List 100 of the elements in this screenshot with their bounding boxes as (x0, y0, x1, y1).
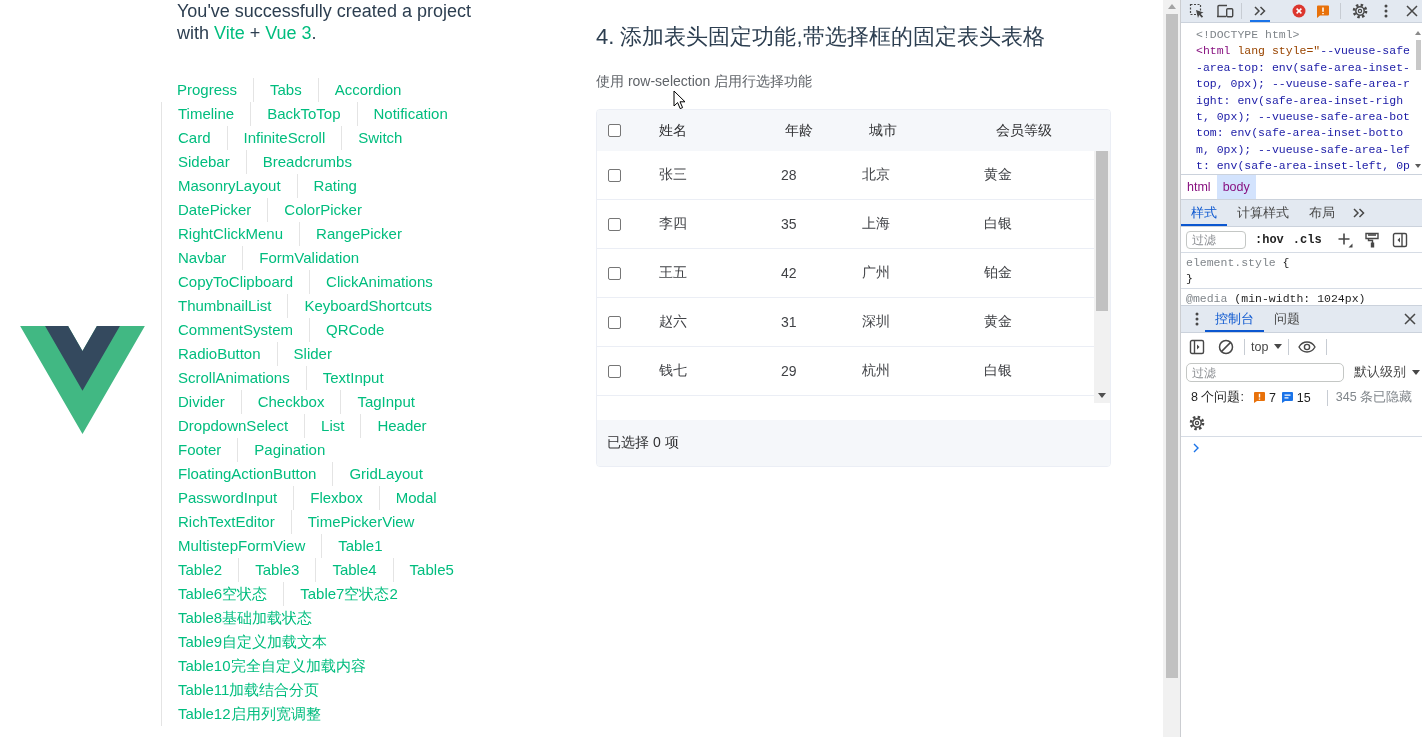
page-scrollbar-track[interactable] (1163, 0, 1180, 737)
sidebar-toggle-icon[interactable] (1188, 337, 1206, 356)
nav-link[interactable]: Card (161, 126, 227, 150)
nav-link[interactable]: Table7空状态2 (283, 582, 414, 606)
paint-roller-icon[interactable] (1362, 230, 1381, 249)
greeting-link[interactable]: Vite (214, 23, 245, 43)
row-checkbox[interactable] (608, 315, 621, 329)
nav-link[interactable]: Table4 (315, 558, 393, 582)
nav-link[interactable]: Rating (296, 174, 373, 198)
row-checkbox[interactable] (608, 217, 621, 231)
nav-link[interactable]: RightClickMenu (161, 222, 300, 246)
select-all-checkbox[interactable] (608, 124, 621, 137)
nav-link[interactable]: Table1 (321, 534, 399, 558)
nav-link[interactable]: GridLayout (332, 462, 439, 486)
hidden-count: 345 条已隐藏 (1335, 389, 1413, 406)
style-toggle[interactable]: :hov (1255, 232, 1284, 247)
log-level-dropdown[interactable]: 默认级别 (1354, 364, 1420, 381)
nav-link[interactable]: Footer (161, 438, 238, 462)
scroll-down-arrow-icon[interactable] (1098, 393, 1106, 398)
nav-link[interactable]: Timeline (161, 102, 251, 126)
nav-link[interactable]: TagInput (340, 390, 431, 414)
nav-link[interactable]: CopyToClipboard (161, 270, 310, 294)
panel-tab[interactable]: 布局 (1299, 200, 1345, 226)
nav-link[interactable]: Header (360, 414, 443, 438)
issues-button[interactable]: 8 个问题: 7 15 (1191, 389, 1317, 406)
drawer-tab[interactable]: 问题 (1264, 306, 1310, 332)
nav-link[interactable]: Table8基础加载状态 (161, 606, 329, 630)
nav-link[interactable]: Table12启用列宽调整 (161, 702, 337, 726)
nav-link[interactable]: Table3 (238, 558, 316, 582)
nav-link[interactable]: Switch (341, 126, 419, 150)
dom-scrollbar-thumb[interactable] (1415, 40, 1421, 70)
nav-link[interactable]: Table2 (161, 558, 239, 582)
nav-link[interactable]: Flexbox (293, 486, 379, 510)
nav-link[interactable]: QRCode (309, 318, 401, 342)
nav-link[interactable]: ThumbnailList (161, 294, 288, 318)
context-dropdown[interactable]: top (1251, 339, 1283, 354)
nav-link[interactable]: Divider (161, 390, 241, 414)
nav-link[interactable]: Tabs (253, 78, 318, 102)
scroll-up-arrow-icon[interactable] (1415, 31, 1421, 35)
nav-link[interactable]: Progress (161, 78, 254, 102)
style-toggle[interactable]: .cls (1292, 232, 1322, 247)
nav-link[interactable]: BackToTop (250, 102, 357, 126)
table-cell: 29 (780, 363, 797, 379)
nav-link[interactable]: Modal (378, 486, 453, 510)
nav-link[interactable]: RangePicker (299, 222, 418, 246)
nav-link[interactable]: PasswordInput (161, 486, 294, 510)
nav-link[interactable]: Table11加载结合分页 (161, 678, 336, 702)
panel-tab[interactable]: 计算样式 (1227, 200, 1299, 226)
page-scrollbar-thumb[interactable] (1165, 14, 1178, 678)
settings-icon[interactable] (1351, 2, 1369, 20)
drawer-tab[interactable]: 控制台 (1205, 306, 1264, 332)
nav-link[interactable]: ColorPicker (267, 198, 378, 222)
close-icon[interactable] (1404, 3, 1420, 19)
panel-tab[interactable]: 样式 (1181, 200, 1227, 226)
breadcrumb[interactable]: html (1181, 175, 1217, 199)
nav-link[interactable]: Pagination (237, 438, 342, 462)
style-rule-line: element.style { (1186, 255, 1290, 271)
nav-link[interactable]: MasonryLayout (161, 174, 297, 198)
settings-icon[interactable] (1188, 414, 1206, 432)
row-checkbox[interactable] (608, 168, 621, 182)
nav-link[interactable]: DatePicker (161, 198, 268, 222)
nav-link[interactable]: RadioButton (161, 342, 277, 366)
nav-link[interactable]: CommentSystem (161, 318, 310, 342)
nav-link[interactable]: Breadcrumbs (245, 150, 368, 174)
nav-link[interactable]: Table9自定义加载文本 (161, 630, 344, 654)
nav-link[interactable]: Notification (356, 102, 464, 126)
nav-link[interactable]: Navbar (161, 246, 243, 270)
nav-link[interactable]: Table10完全自定义加载内容 (161, 654, 382, 678)
nav-link[interactable]: List (304, 414, 361, 438)
nav-link[interactable]: InfiniteScroll (226, 126, 342, 150)
nav-link[interactable]: FormValidation (242, 246, 376, 270)
nav-link[interactable]: TimePickerView (290, 510, 431, 534)
row-checkbox[interactable] (608, 266, 621, 280)
error-icon[interactable] (1290, 2, 1308, 20)
nav-link[interactable]: ScrollAnimations (161, 366, 306, 390)
nav-link[interactable]: TextInput (305, 366, 400, 390)
nav-link[interactable]: DropdownSelect (161, 414, 305, 438)
nav-link[interactable]: Slider (276, 342, 348, 366)
clear-console-icon[interactable] (1217, 337, 1235, 356)
scrollbar-track[interactable] (1094, 151, 1110, 403)
nav-link[interactable]: Table5 (392, 558, 470, 582)
style-rule-line: } (1186, 270, 1193, 286)
close-icon[interactable] (1402, 311, 1418, 327)
sidebar-toggle-icon[interactable] (1390, 230, 1409, 249)
scroll-down-arrow-icon[interactable] (1415, 164, 1421, 168)
nav-link[interactable]: ClickAnimations (309, 270, 449, 294)
nav-link[interactable]: Sidebar (161, 150, 246, 174)
nav-link[interactable]: Accordion (317, 78, 418, 102)
nav-link[interactable]: MultistepFormView (161, 534, 322, 558)
nav-link[interactable]: FloatingActionButton (161, 462, 333, 486)
breadcrumb[interactable]: body (1216, 175, 1256, 199)
nav-link[interactable]: Table6空状态 (161, 582, 284, 606)
row-checkbox[interactable] (608, 364, 621, 378)
scrollbar-thumb[interactable] (1096, 151, 1108, 311)
console-filter-field[interactable]: 过滤 (1186, 363, 1344, 382)
greeting-link[interactable]: Vue 3 (265, 23, 312, 43)
nav-link[interactable]: RichTextEditor (161, 510, 291, 534)
nav-link[interactable]: KeyboardShortcuts (287, 294, 448, 318)
styles-filter-field[interactable]: 过滤 (1186, 230, 1246, 249)
nav-link[interactable]: Checkbox (240, 390, 341, 414)
